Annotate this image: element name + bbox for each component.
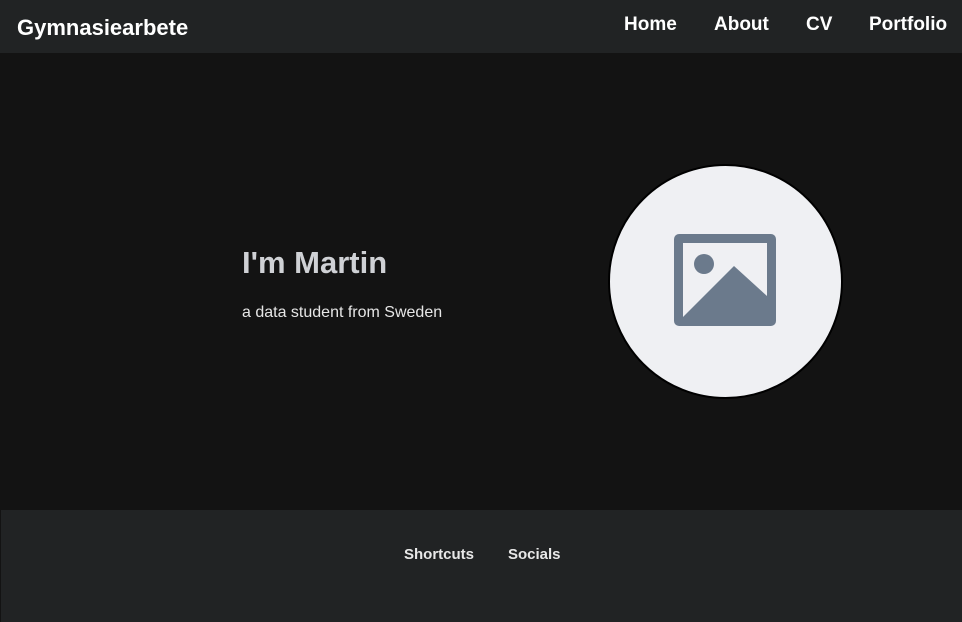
nav-link-about[interactable]: About [714,12,769,38]
hero-section: I'm Martin a data student from Sweden [1,53,962,510]
nav-link-home[interactable]: Home [624,12,677,38]
footer-link-socials[interactable]: Socials [508,545,561,565]
image-placeholder-icon [674,234,776,326]
footer-link-shortcuts[interactable]: Shortcuts [404,545,474,565]
nav-link-cv[interactable]: CV [806,12,832,38]
nav-link-portfolio[interactable]: Portfolio [869,12,947,38]
brand-link[interactable]: Gymnasiearbete [17,14,188,42]
hero-subtitle: a data student from Sweden [242,304,443,321]
avatar-placeholder [608,164,843,399]
hero-title: I'm Martin [242,245,388,280]
navbar: Gymnasiearbete Home About CV Portfolio [0,0,962,53]
footer: Shortcuts Socials [1,510,962,622]
